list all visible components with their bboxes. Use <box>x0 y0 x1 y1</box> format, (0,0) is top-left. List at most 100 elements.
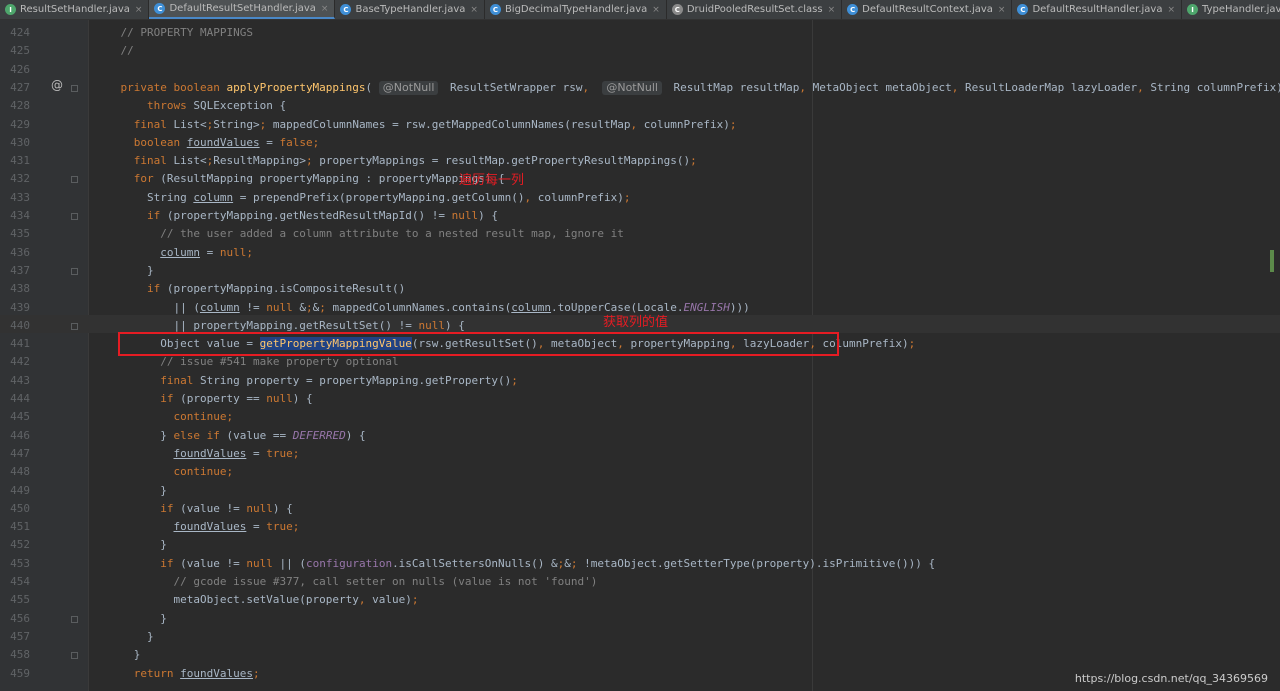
code-line[interactable]: 444 if (property == null) { <box>0 390 1280 408</box>
code-line[interactable]: 435 // the user added a column attribute… <box>0 225 1280 243</box>
line-number: 436 <box>10 245 30 259</box>
code-line[interactable]: 455 metaObject.setValue(property, value)… <box>0 591 1280 609</box>
code-text: String column = prependPrefix(propertyMa… <box>94 190 631 204</box>
tab-defaultresultcontext-java[interactable]: C DefaultResultContext.java × <box>842 0 1013 19</box>
code-line[interactable]: 457 } <box>0 628 1280 646</box>
code-text: } <box>94 611 167 625</box>
line-number: 425 <box>10 44 30 58</box>
code-line[interactable]: 432 for (ResultMapping propertyMapping :… <box>0 170 1280 188</box>
code-line[interactable]: 451 foundValues = true; <box>0 518 1280 536</box>
line-number: 450 <box>10 501 30 515</box>
close-tab-icon[interactable]: × <box>321 4 329 14</box>
value-annotation: 获取列的值 <box>603 315 669 330</box>
code-line[interactable]: 447 foundValues = true; <box>0 445 1280 463</box>
code-line[interactable]: 452 } <box>0 536 1280 554</box>
line-number: 433 <box>10 190 30 204</box>
fold-toggle-icon[interactable] <box>71 84 78 92</box>
code-line[interactable]: 442 // issue #541 make property optional <box>0 353 1280 371</box>
line-number: 424 <box>10 26 30 39</box>
tab-druidpooledresultset-class[interactable]: C DruidPooledResultSet.class × <box>667 0 843 19</box>
tab-defaultresultsethandler-java[interactable]: C DefaultResultSetHandler.java × <box>149 0 336 19</box>
code-line[interactable]: 437 } <box>0 262 1280 280</box>
code-line[interactable]: 427 private boolean applyPropertyMapping… <box>0 79 1280 97</box>
code-line[interactable]: 445 continue; <box>0 408 1280 426</box>
fold-toggle-icon[interactable] <box>71 267 78 275</box>
code-text: final List<;String>; mappedColumnNames =… <box>133 117 737 131</box>
code-text: if (propertyMapping.getNestedResultMapId… <box>146 209 499 222</box>
code-text: } <box>94 263 154 277</box>
code-text: // the user added a column attribute to … <box>160 227 624 241</box>
tab-basetypehandler-java[interactable]: C BaseTypeHandler.java × <box>335 0 485 19</box>
code-text: // PROPERTY MAPPINGS <box>120 26 253 39</box>
code-line[interactable]: 448 continue; <box>0 463 1280 481</box>
code-line[interactable]: 458 } <box>0 646 1280 664</box>
code-line[interactable]: 431 final List<;ResultMapping>; property… <box>0 152 1280 170</box>
code-line[interactable]: 450 if (value != null) { <box>0 500 1280 518</box>
close-tab-icon[interactable]: × <box>828 5 836 15</box>
code-line[interactable]: 428 throws SQLException { <box>0 97 1280 115</box>
code-text: final List<;ResultMapping>; propertyMapp… <box>133 154 697 168</box>
fold-toggle-icon[interactable] <box>71 322 78 330</box>
code-line[interactable]: 446 } else if (value == DEFERRED) { <box>0 427 1280 445</box>
close-tab-icon[interactable]: × <box>998 5 1006 15</box>
class-file-icon: C <box>671 4 683 15</box>
line-number: 428 <box>10 99 30 113</box>
tab-bigdecimaltypehandler-java[interactable]: C BigDecimalTypeHandler.java × <box>485 0 667 19</box>
code-line[interactable]: 436 column = null; <box>0 244 1280 262</box>
code-line[interactable]: 454 // gcode issue #377, call setter on … <box>0 573 1280 591</box>
code-line[interactable]: 456 } <box>0 610 1280 628</box>
code-text: continue; <box>173 410 234 424</box>
tab-defaultresulthandler-java[interactable]: C DefaultResultHandler.java × <box>1012 0 1183 19</box>
close-tab-icon[interactable]: × <box>470 5 478 15</box>
line-number: 447 <box>10 446 30 460</box>
code-line[interactable]: 433 String column = prependPrefix(proper… <box>0 189 1280 207</box>
code-line[interactable]: 426 <box>0 61 1280 79</box>
line-number: 458 <box>10 648 30 662</box>
fold-toggle-icon[interactable] <box>71 652 78 660</box>
code-line[interactable]: 429 final List<;String>; mappedColumnNam… <box>0 116 1280 134</box>
code-line[interactable]: 424 // PROPERTY MAPPINGS <box>0 24 1280 42</box>
notnull-annotation: @NotNull <box>378 80 439 95</box>
code-text: private boolean applyPropertyMappings( @… <box>120 80 1280 95</box>
code-line[interactable]: 425 // <box>0 42 1280 60</box>
code-text: return foundValues; <box>133 666 260 680</box>
fold-toggle-icon[interactable] <box>71 213 78 220</box>
code-text: if (value != null || (configuration.isCa… <box>160 556 936 570</box>
code-text: // gcode issue #377, call setter on null… <box>173 575 598 588</box>
code-line[interactable]: 430 boolean foundValues = false; <box>0 134 1280 152</box>
code-text: } <box>94 538 167 552</box>
fold-toggle-icon[interactable] <box>71 176 78 184</box>
close-tab-icon[interactable]: × <box>652 5 660 15</box>
code-line[interactable]: 434 if (propertyMapping.getNestedResultM… <box>0 207 1280 225</box>
tab-resultsethandler-java[interactable]: I ResultSetHandler.java × <box>0 0 150 19</box>
tab-label: BigDecimalTypeHandler.java <box>504 4 648 15</box>
code-line[interactable]: 438 if (propertyMapping.isCompositeResul… <box>0 280 1280 298</box>
close-tab-icon[interactable]: × <box>1167 5 1175 15</box>
code-text: boolean foundValues = false; <box>133 135 320 149</box>
scrollbar-marker[interactable] <box>1270 250 1274 272</box>
fold-toggle-icon[interactable] <box>71 615 78 623</box>
notnull-annotation: @NotNull <box>602 80 662 95</box>
line-number: 455 <box>10 593 30 607</box>
code-text: if (value != null) { <box>160 501 293 515</box>
line-number: 437 <box>10 263 30 277</box>
tab-label: BaseTypeHandler.java <box>355 4 466 15</box>
line-number: 438 <box>10 282 30 296</box>
code-line[interactable]: 449 } <box>0 482 1280 500</box>
close-tab-icon[interactable]: × <box>135 5 143 15</box>
code-text: } <box>94 648 141 662</box>
watermark: https://blog.csdn.net/qq_34369569 <box>1074 672 1268 685</box>
line-number: 457 <box>10 629 30 643</box>
line-number: 432 <box>10 172 30 186</box>
code-text: for (ResultMapping propertyMapping : pro… <box>133 172 505 186</box>
code-line[interactable]: 453 if (value != null || (configuration.… <box>0 555 1280 573</box>
line-number: 448 <box>10 465 30 479</box>
line-number: 434 <box>10 209 30 222</box>
code-text: continue; <box>173 465 234 479</box>
line-number: 456 <box>10 611 30 625</box>
line-number: 445 <box>10 410 30 424</box>
tab-typehandler-java[interactable]: ITypeHandler.java× <box>1182 0 1280 19</box>
code-line[interactable]: 443 final String property = propertyMapp… <box>0 372 1280 390</box>
line-number: 440 <box>10 318 30 332</box>
code-text: throws SQLException { <box>146 99 287 113</box>
